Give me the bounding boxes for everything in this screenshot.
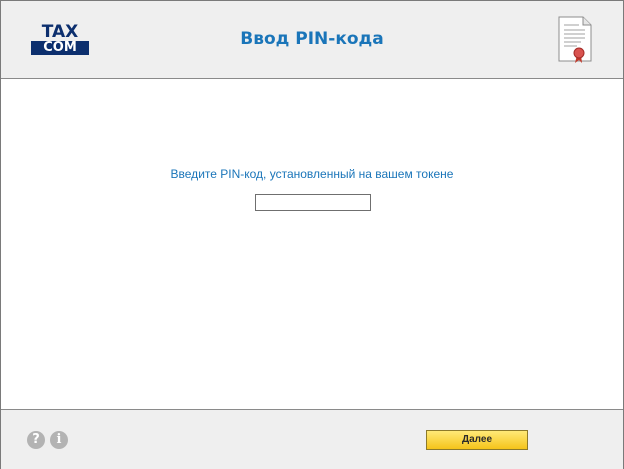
next-button[interactable]: Далее (426, 430, 528, 450)
pin-input[interactable] (255, 194, 371, 211)
certificate-document-icon (557, 15, 593, 65)
header-bar: TAX COM Ввод PIN-кода (1, 1, 623, 79)
info-icon[interactable]: i (50, 431, 68, 449)
app-window: TAX COM Ввод PIN-кода Введите PIN-код, у… (0, 0, 624, 469)
pin-prompt-label: Введите PIN-код, установленный на вашем … (170, 167, 454, 181)
help-icon[interactable]: ? (27, 431, 45, 449)
footer-bar: ? i Далее (1, 409, 623, 469)
page-title: Ввод PIN-кода (240, 29, 384, 49)
